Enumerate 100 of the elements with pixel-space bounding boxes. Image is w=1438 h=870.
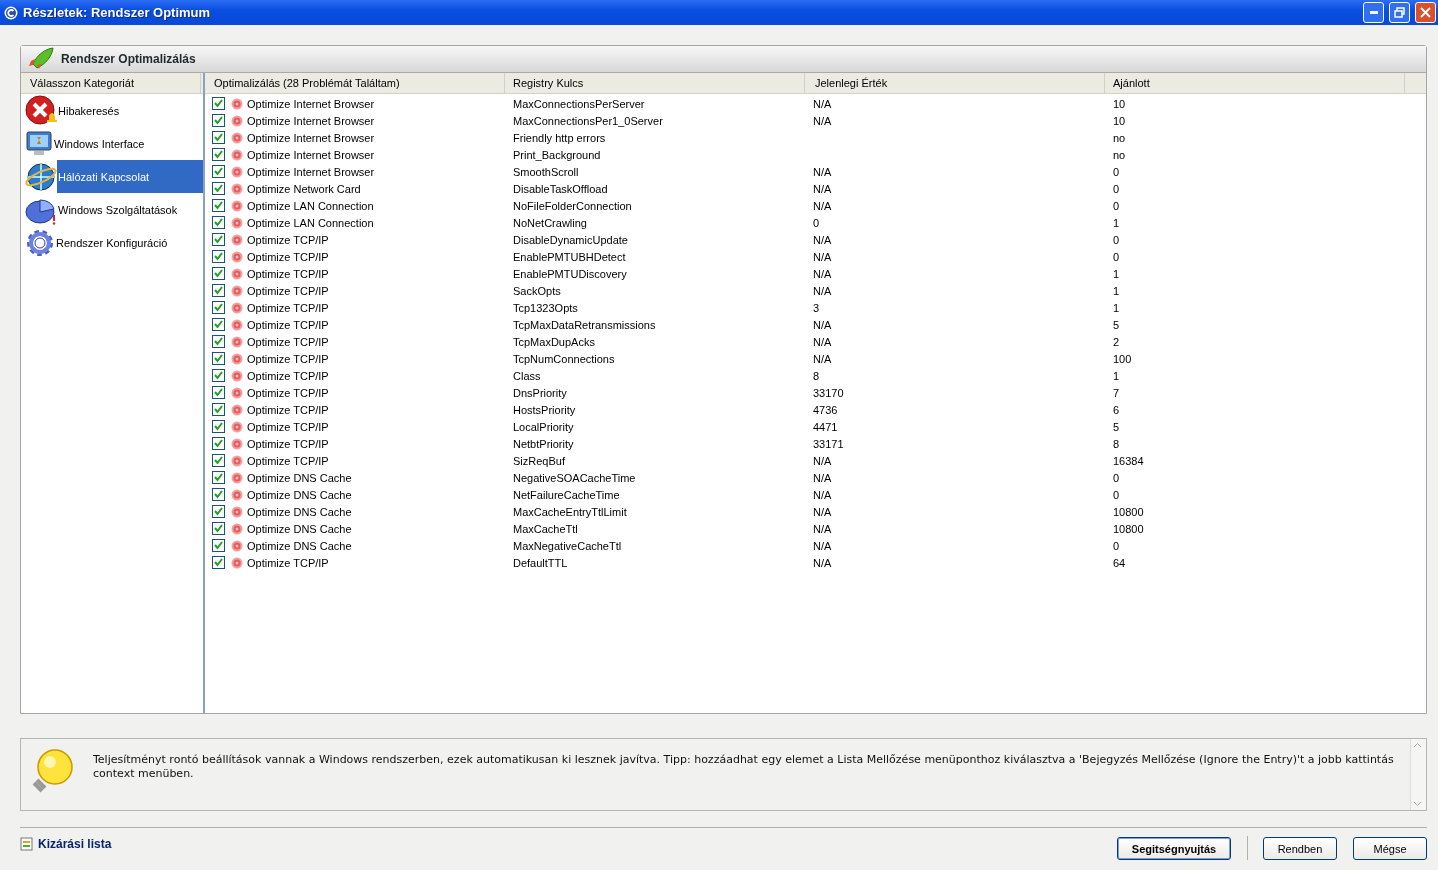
checkbox[interactable] — [212, 182, 225, 195]
checkbox[interactable] — [212, 488, 225, 501]
problem-dot-icon — [231, 420, 243, 433]
table-cell-text: 0 — [1113, 233, 1121, 246]
checkbox[interactable] — [212, 335, 225, 348]
table-cell-text: HostsPriority — [513, 403, 577, 416]
category-item[interactable]: Windows Szolgáltatások — [57, 193, 203, 226]
table-cell-text: LocalPriority — [513, 420, 575, 433]
problem-dot-icon — [231, 556, 243, 569]
dialog-button[interactable]: Mégse — [1353, 837, 1427, 860]
problem-dot-icon — [231, 437, 243, 450]
category-item[interactable]: Windows Interface — [53, 127, 203, 160]
checkbox[interactable] — [212, 369, 225, 382]
table-cell-text: 5 — [1113, 318, 1121, 331]
checkbox[interactable] — [212, 301, 225, 314]
table-cell-text: Optimize Internet Browser — [247, 97, 376, 110]
table-cell-text: N/A — [813, 335, 833, 348]
checkbox[interactable] — [212, 522, 225, 535]
dialog-button[interactable]: Segitségnyujtás — [1117, 837, 1231, 860]
problem-dot-icon — [231, 284, 243, 297]
panel-title: Rendszer Optimalizálás — [61, 52, 196, 66]
checkbox[interactable] — [212, 131, 225, 144]
problem-dot-icon — [231, 97, 243, 110]
table-cell-text: N/A — [813, 182, 833, 195]
table-cell-text: SmoothScroll — [513, 165, 580, 178]
checkbox[interactable] — [212, 556, 225, 569]
minimize-button[interactable] — [1363, 2, 1384, 23]
column-header-label[interactable]: Ajánlott — [1113, 77, 1150, 89]
app-logo-icon — [4, 5, 18, 20]
table-cell-text: Optimize TCP/IP — [247, 233, 330, 246]
table-cell-text: N/A — [813, 97, 833, 110]
table-cell-text: N/A — [813, 318, 833, 331]
checkbox[interactable] — [212, 216, 225, 229]
table-cell-text: Optimize LAN Connection — [247, 199, 375, 212]
checkbox[interactable] — [212, 199, 225, 212]
checkbox[interactable] — [212, 148, 225, 161]
problem-dot-icon — [231, 148, 243, 161]
checkbox[interactable] — [212, 403, 225, 416]
dialog-button[interactable]: Rendben — [1263, 837, 1337, 860]
checkbox[interactable] — [212, 250, 225, 263]
checkbox[interactable] — [212, 267, 225, 280]
problem-dot-icon — [231, 505, 243, 518]
category-item[interactable]: Rendszer Konfiguráció — [55, 226, 203, 259]
problem-dot-icon — [231, 216, 243, 229]
table-cell-text: 33171 — [813, 437, 845, 450]
table-cell-text: N/A — [813, 114, 833, 127]
checkbox[interactable] — [212, 97, 225, 110]
table-cell-text: 2 — [1113, 335, 1121, 348]
category-item[interactable]: Hibakeresés — [57, 94, 203, 127]
close-button[interactable] — [1415, 2, 1436, 23]
checkbox[interactable] — [212, 454, 225, 467]
table-cell-text: MaxConnectionsPer1_0Server — [513, 114, 664, 127]
table-cell-text: N/A — [813, 284, 833, 297]
category-item[interactable]: Hálózati Kapcsolat — [57, 160, 203, 193]
table-cell-text: Optimize TCP/IP — [247, 250, 330, 263]
column-header-label[interactable]: Optimalizálás (28 Problémát Találtam) — [214, 77, 400, 89]
column-header-label[interactable]: Registry Kulcs — [513, 77, 584, 89]
problem-dot-icon — [231, 386, 243, 399]
checkbox[interactable] — [212, 386, 225, 399]
checkbox[interactable] — [212, 318, 225, 331]
column-header-label[interactable]: Jelenlegi Érték — [815, 77, 888, 89]
table-cell-text: NetFailureCacheTime — [513, 488, 621, 501]
checkbox[interactable] — [212, 352, 225, 365]
checkbox[interactable] — [212, 114, 225, 127]
problem-dot-icon — [231, 369, 243, 382]
problem-dot-icon — [231, 318, 243, 331]
problem-dot-icon — [231, 233, 243, 246]
table-cell-text: 1 — [1113, 216, 1121, 229]
checkbox[interactable] — [212, 420, 225, 433]
checkbox[interactable] — [212, 284, 225, 297]
table-cell-text: Friendly http errors — [513, 131, 607, 144]
table-cell-text: Class — [513, 369, 542, 382]
problem-dot-icon — [231, 301, 243, 314]
table-cell-text: SackOpts — [513, 284, 562, 297]
table-cell-text: Optimize TCP/IP — [247, 318, 330, 331]
exclusion-list-link[interactable]: Kizárási lista — [20, 837, 1117, 851]
table-cell-text: 0 — [813, 216, 821, 229]
table-cell-text: MaxConnectionsPerServer — [513, 97, 646, 110]
checkbox[interactable] — [212, 505, 225, 518]
table-cell-text: Optimize TCP/IP — [247, 556, 330, 569]
checkbox[interactable] — [212, 233, 225, 246]
checkbox[interactable] — [212, 471, 225, 484]
table-cell-text: MaxNegativeCacheTtl — [513, 539, 623, 552]
problem-dot-icon — [231, 454, 243, 467]
table-cell-text: 0 — [1113, 199, 1121, 212]
table-cell-text: N/A — [813, 250, 833, 263]
table-cell-text: EnablePMTUDiscovery — [513, 267, 628, 280]
restore-button[interactable] — [1389, 2, 1410, 23]
table-cell-text: N/A — [813, 471, 833, 484]
table-cell-text: NoFileFolderConnection — [513, 199, 633, 212]
checkbox[interactable] — [212, 165, 225, 178]
checkbox[interactable] — [212, 437, 225, 450]
table-cell-text: 1 — [1113, 267, 1121, 280]
table-cell-text: 16384 — [1113, 454, 1145, 467]
table-cell-text: DisableTaskOffload — [513, 182, 609, 195]
table-cell-text: N/A — [813, 199, 833, 212]
checkbox[interactable] — [212, 539, 225, 552]
problem-dot-icon — [231, 539, 243, 552]
table-cell-text: DefaultTTL — [513, 556, 569, 569]
table-cell-text: 1 — [1113, 284, 1121, 297]
